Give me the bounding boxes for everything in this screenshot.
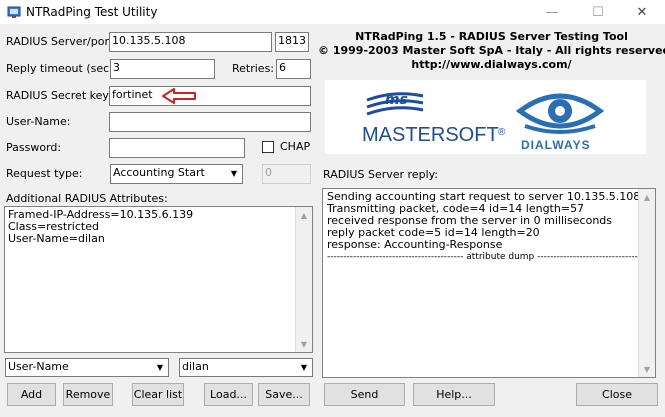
attribute-name-select[interactable]: User-Name ▼ xyxy=(5,358,169,377)
request-type-select[interactable]: Accounting Start ▼ xyxy=(110,164,243,184)
attribute-name-value: User-Name xyxy=(8,360,69,373)
window-title: NTRadPing Test Utility xyxy=(26,5,158,19)
dialways-eye-icon xyxy=(515,93,605,134)
scroll-up-icon[interactable]: ▲ xyxy=(639,189,655,205)
send-button[interactable]: Send xyxy=(324,383,405,406)
help-button[interactable]: Help... xyxy=(413,383,495,406)
close-button[interactable]: Close xyxy=(576,383,658,406)
header-line-2: © 1999-2003 Master Soft SpA - Italy - Al… xyxy=(318,44,665,57)
request-type-value: Accounting Start xyxy=(113,166,205,179)
scroll-down-icon[interactable]: ▼ xyxy=(639,361,655,377)
request-type-label: Request type: xyxy=(6,167,83,180)
attribute-value-select[interactable]: dilan ▼ xyxy=(179,358,313,377)
chap-checkbox[interactable] xyxy=(262,141,274,153)
reply-timeout-label: Reply timeout (sec.): xyxy=(6,62,121,75)
chevron-down-icon: ▼ xyxy=(230,169,238,178)
username-input[interactable] xyxy=(109,112,311,132)
retries-label: Retries: xyxy=(232,62,275,75)
save-button[interactable]: Save... xyxy=(258,383,310,406)
scroll-up-icon[interactable]: ▲ xyxy=(296,207,312,223)
maximize-icon[interactable]: ☐ xyxy=(575,0,621,24)
ms-mark-text: ms xyxy=(385,92,408,108)
retries-input[interactable]: 6 xyxy=(276,59,311,79)
add-button[interactable]: Add xyxy=(7,383,56,406)
server-input[interactable]: 10.135.5.108 xyxy=(109,32,272,52)
clear-list-button[interactable]: Clear list xyxy=(132,383,184,406)
reply-line: ----------------------------------------… xyxy=(327,252,638,262)
request-extra-input: 0 xyxy=(262,164,311,184)
list-item[interactable]: User-Name=dilan xyxy=(5,233,295,245)
chap-label: CHAP xyxy=(280,140,311,153)
port-input[interactable]: 1813 xyxy=(275,32,309,52)
load-button[interactable]: Load... xyxy=(204,383,253,406)
server-port-label: RADIUS Server/port: xyxy=(6,35,117,48)
reply-scrollbar[interactable]: ▲ ▼ xyxy=(638,189,655,377)
header-line-1: NTRadPing 1.5 - RADIUS Server Testing To… xyxy=(355,30,628,43)
minimize-icon[interactable]: — xyxy=(529,0,575,24)
logo-banner: ms MASTERSOFT ® DIALWAYS xyxy=(325,80,646,154)
mastersoft-reg-mark: ® xyxy=(498,127,506,138)
attributes-scrollbar[interactable]: ▲ ▼ xyxy=(295,207,312,352)
remove-button[interactable]: Remove xyxy=(63,383,113,406)
chevron-down-icon: ▼ xyxy=(156,362,164,372)
reply-line: response: Accounting-Response xyxy=(327,238,503,251)
password-label: Password: xyxy=(6,141,62,154)
server-reply-box[interactable]: Sending accounting start request to serv… xyxy=(322,188,656,378)
username-label: User-Name: xyxy=(6,115,71,128)
close-window-icon[interactable]: ✕ xyxy=(619,0,665,24)
secret-key-label: RADIUS Secret key: xyxy=(6,89,112,102)
scroll-down-icon[interactable]: ▼ xyxy=(296,336,312,352)
chevron-down-icon: ▼ xyxy=(300,362,308,372)
password-input[interactable] xyxy=(109,138,245,158)
mastersoft-logo-text: MASTERSOFT xyxy=(362,124,499,146)
app-icon xyxy=(7,6,21,18)
header-line-3[interactable]: http://www.dialways.com/ xyxy=(318,58,665,72)
attribute-value-value: dilan xyxy=(182,360,209,373)
dialways-logo-text: DIALWAYS xyxy=(521,138,591,152)
reply-timeout-input[interactable]: 3 xyxy=(110,59,215,79)
server-reply-label: RADIUS Server reply: xyxy=(323,168,439,181)
attributes-list[interactable]: Framed-IP-Address=10.135.6.139 Class=res… xyxy=(4,206,313,353)
attributes-label: Additional RADIUS Attributes: xyxy=(6,192,168,205)
secret-key-input[interactable]: fortinet xyxy=(109,86,311,106)
annotation-arrow-icon xyxy=(162,88,196,104)
